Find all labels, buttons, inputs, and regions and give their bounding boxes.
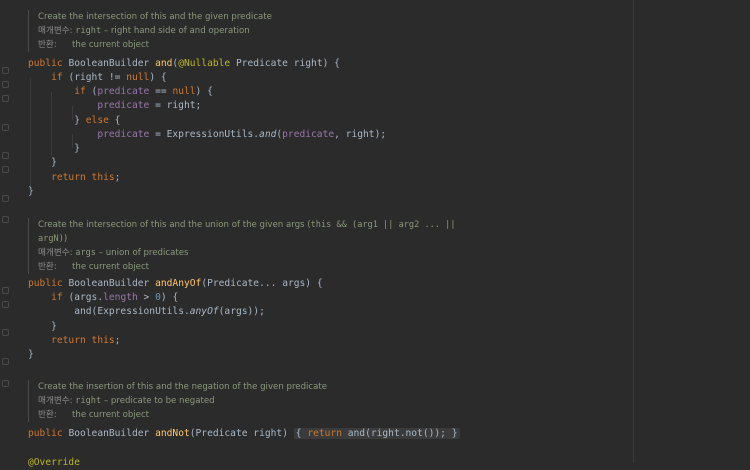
code-line: predicate = right;	[97, 100, 202, 111]
code-line: } else {	[28, 115, 121, 126]
code-line: if (args.length > 0) {	[51, 292, 179, 303]
javadoc-block: Create the insertion of this and the neg…	[28, 380, 327, 422]
fold-marker-icon[interactable]	[2, 216, 9, 223]
folded-region[interactable]: { return and(right.not()); }	[293, 428, 460, 439]
fold-marker-icon[interactable]	[2, 358, 9, 365]
code-line: and(ExpressionUtils.anyOf(args));	[74, 306, 265, 317]
doc-param-row: 매개변수: args – union of predicates	[38, 248, 189, 258]
code-line: @Override	[28, 457, 80, 468]
doc-return-row: 반환: the current object	[38, 40, 150, 50]
editor-gutter	[0, 0, 22, 463]
fold-marker-icon[interactable]	[2, 195, 9, 202]
doc-return-row: 반환: the current object	[38, 262, 150, 272]
code-line: }	[28, 157, 57, 168]
doc-summary: Create the insertion of this and the neg…	[38, 382, 328, 392]
javadoc-block: Create the intersection of this and the …	[28, 218, 456, 274]
code-line: public BooleanBuilder andAnyOf(Predicate…	[28, 278, 323, 289]
code-line: }	[28, 321, 57, 332]
code-line: return this;	[51, 172, 121, 183]
doc-return-row: 반환: the current object	[38, 410, 150, 420]
doc-summary: Create the intersection of this and the …	[38, 12, 272, 22]
fold-marker-icon[interactable]	[2, 166, 9, 173]
doc-summary: Create the intersection of this and the …	[38, 220, 456, 230]
code-line: if (predicate == null) {	[74, 86, 213, 97]
fold-marker-icon[interactable]	[2, 124, 9, 131]
doc-param-row: 매개변수: right – right hand side of and ope…	[38, 26, 250, 36]
fold-marker-icon[interactable]	[2, 81, 9, 88]
code-line: if (right != null) {	[51, 72, 167, 83]
fold-marker-icon[interactable]	[2, 95, 9, 102]
fold-marker-icon[interactable]	[2, 287, 9, 294]
fold-marker-icon[interactable]	[2, 380, 9, 387]
vertical-scrollbar[interactable]	[740, 0, 750, 463]
right-margin-guide	[633, 0, 634, 463]
code-line: }	[28, 143, 80, 154]
fold-marker-icon[interactable]	[2, 67, 9, 74]
doc-summary-cont: argN))	[38, 234, 68, 244]
fold-marker-icon[interactable]	[2, 152, 9, 159]
code-line: public BooleanBuilder and(@Nullable Pred…	[28, 58, 340, 69]
doc-param-row: 매개변수: right – predicate to be negated	[38, 396, 215, 406]
code-line: return this;	[51, 335, 121, 346]
code-line: predicate = ExpressionUtils.and(predicat…	[97, 129, 387, 140]
code-line: }	[28, 349, 34, 360]
fold-marker-icon[interactable]	[2, 329, 9, 336]
code-line: public BooleanBuilder andNot(Predicate r…	[28, 428, 460, 439]
fold-marker-icon[interactable]	[2, 301, 9, 308]
javadoc-block: Create the intersection of this and the …	[28, 10, 272, 52]
code-line: }	[28, 186, 34, 197]
